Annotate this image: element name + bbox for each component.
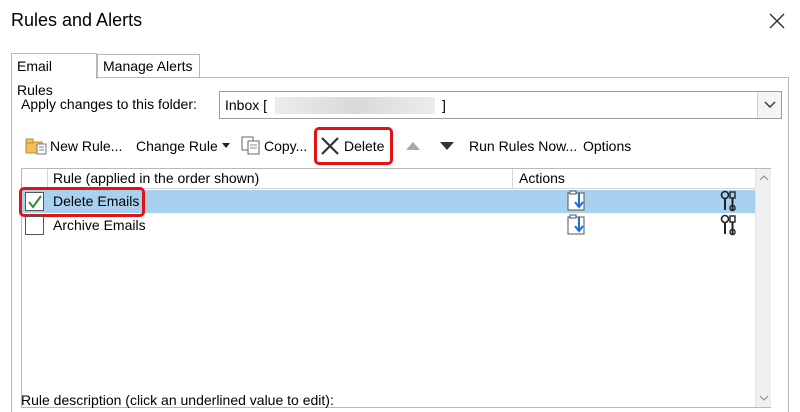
rules-list-header: Rule (applied in the order shown) Action…: [22, 169, 755, 189]
move-to-folder-icon: [567, 190, 585, 211]
chevron-down-icon: [764, 101, 776, 108]
caret-down-icon: [222, 143, 230, 148]
dialog-title: Rules and Alerts: [11, 10, 143, 30]
copy-icon: [241, 136, 260, 155]
copy-label: Copy...: [264, 138, 308, 154]
new-rule-label: New Rule...: [50, 138, 123, 154]
folder-name-redacted: [275, 97, 435, 114]
column-header-rule[interactable]: Rule (applied in the order shown): [53, 170, 259, 186]
rule-row-archive-emails[interactable]: Archive Emails: [22, 214, 755, 237]
delete-button[interactable]: Delete: [320, 135, 390, 157]
scroll-down-icon[interactable]: [760, 395, 768, 401]
rule-description-label: Rule description (click an underlined va…: [21, 392, 334, 408]
triangle-down-icon: [440, 142, 454, 150]
rule-name: Archive Emails: [53, 217, 146, 233]
rules-and-alerts-dialog: Rules and Alerts Email Rules Manage Aler…: [0, 0, 800, 412]
folder-dropdown[interactable]: Inbox [ ]: [219, 91, 782, 119]
tab-manage-alerts[interactable]: Manage Alerts: [97, 54, 200, 78]
run-rules-now-button[interactable]: Run Rules Now...: [469, 135, 579, 157]
rules-list: Rule (applied in the order shown) Action…: [19, 168, 771, 408]
move-down-button[interactable]: [440, 135, 456, 157]
vertical-scrollbar[interactable]: [755, 169, 771, 407]
move-up-button[interactable]: [406, 135, 422, 157]
folder-value: Inbox [: [225, 97, 268, 113]
options-button[interactable]: Options: [583, 135, 643, 157]
dropdown-button[interactable]: [757, 92, 781, 118]
delete-label: Delete: [344, 138, 385, 154]
change-rule-label: Change Rule: [136, 138, 218, 154]
column-header-actions[interactable]: Actions: [519, 170, 565, 186]
header-divider: [512, 169, 513, 189]
run-rules-now-label: Run Rules Now...: [469, 138, 578, 154]
rules-toolbar: New Rule... Change Rule Copy... Delete R…: [12, 127, 788, 165]
rule-enabled-checkbox[interactable]: [25, 216, 44, 235]
tab-email-rules[interactable]: Email Rules: [11, 53, 97, 98]
copy-button[interactable]: Copy...: [240, 135, 312, 157]
change-rule-button[interactable]: Change Rule: [136, 135, 231, 157]
close-button[interactable]: [762, 6, 792, 36]
rule-tools-icon[interactable]: [719, 214, 739, 236]
email-rules-panel: Apply changes to this folder: Inbox [ ]: [11, 77, 789, 412]
scroll-up-icon[interactable]: [760, 175, 768, 181]
close-icon: [769, 13, 785, 29]
rule-tools-icon[interactable]: [719, 190, 739, 212]
new-rule-button[interactable]: New Rule...: [24, 135, 124, 157]
rule-highlight-box: [19, 187, 145, 217]
move-to-folder-icon: [567, 214, 585, 235]
folder-value-end: ]: [442, 97, 446, 113]
tab-strip: Email Rules Manage Alerts: [0, 53, 800, 98]
delete-x-icon: [321, 137, 339, 155]
new-rule-icon: [25, 138, 47, 155]
options-label: Options: [583, 138, 632, 154]
header-divider: [47, 169, 48, 189]
triangle-up-icon: [406, 142, 420, 150]
